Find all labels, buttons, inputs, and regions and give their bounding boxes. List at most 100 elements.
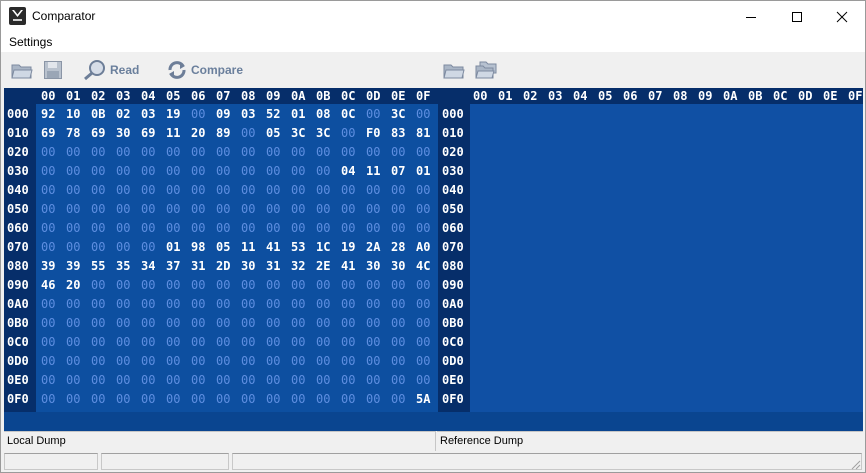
hex-byte-cell[interactable]: 00 [166,354,180,368]
hex-byte-cell[interactable]: 00 [66,221,80,235]
hex-byte-cell[interactable]: 00 [41,297,55,311]
hex-byte-cell[interactable]: 00 [141,183,155,197]
hex-byte-cell[interactable]: 00 [66,164,80,178]
hex-byte-cell[interactable]: 00 [191,145,205,159]
title-bar[interactable]: Comparator [1,1,865,32]
hex-byte-cell[interactable]: 00 [316,297,330,311]
hex-byte-cell[interactable]: 00 [116,145,130,159]
hex-byte-cell[interactable]: 00 [166,278,180,292]
hex-byte-cell[interactable]: 00 [216,354,230,368]
hex-byte-cell[interactable]: 08 [316,107,330,121]
hex-byte-cell[interactable]: 00 [166,392,180,406]
hex-byte-cell[interactable]: 00 [91,335,105,349]
hex-byte-cell[interactable]: 01 [166,240,180,254]
hex-byte-cell[interactable]: 00 [191,221,205,235]
hex-byte-cell[interactable]: 41 [341,259,355,273]
hex-byte-cell[interactable]: 00 [41,240,55,254]
hex-byte-cell[interactable]: 00 [391,373,405,387]
reference-row-offset[interactable]: 020 [442,145,464,159]
hex-byte-cell[interactable]: 69 [141,126,155,140]
hex-byte-cell[interactable]: 00 [341,392,355,406]
hex-byte-cell[interactable]: 00 [241,297,255,311]
hex-byte-cell[interactable]: 09 [216,107,230,121]
reference-column-header[interactable]: 09 [698,89,712,103]
hex-byte-cell[interactable]: 00 [341,183,355,197]
hex-byte-cell[interactable]: 53 [291,240,305,254]
hex-byte-cell[interactable]: 00 [341,126,355,140]
hex-byte-cell[interactable]: 00 [391,297,405,311]
hex-byte-cell[interactable]: 5A [416,392,431,406]
hex-byte-cell[interactable]: 00 [141,145,155,159]
local-row-offset[interactable]: 050 [7,202,29,216]
hex-byte-cell[interactable]: 89 [216,126,230,140]
hex-byte-cell[interactable]: 00 [416,278,430,292]
reference-row-offset[interactable]: 0E0 [442,373,464,387]
hex-byte-cell[interactable]: 00 [391,335,405,349]
hex-byte-cell[interactable]: 00 [291,335,305,349]
reference-column-header[interactable]: 03 [548,89,562,103]
hex-byte-cell[interactable]: 00 [291,278,305,292]
hex-byte-cell[interactable]: 07 [391,164,405,178]
hex-byte-cell[interactable]: 4C [416,259,430,273]
hex-byte-cell[interactable]: 00 [91,202,105,216]
hex-byte-cell[interactable]: 00 [291,164,305,178]
reference-column-header[interactable]: 00 [473,89,487,103]
local-row-offset[interactable]: 0B0 [7,316,29,330]
hex-byte-cell[interactable]: 00 [266,354,280,368]
hex-byte-cell[interactable]: 04 [341,164,355,178]
hex-byte-cell[interactable]: 00 [291,297,305,311]
hex-byte-cell[interactable]: 3C [391,107,405,121]
hex-byte-cell[interactable]: 00 [241,202,255,216]
hex-byte-cell[interactable]: 00 [266,183,280,197]
hex-byte-cell[interactable]: 00 [341,316,355,330]
hex-byte-cell[interactable]: 00 [241,316,255,330]
hex-byte-cell[interactable]: 00 [41,335,55,349]
menu-settings[interactable]: Settings [9,35,52,49]
hex-byte-cell[interactable]: 00 [291,202,305,216]
hex-byte-cell[interactable]: 00 [266,164,280,178]
hex-byte-cell[interactable]: 00 [41,202,55,216]
maximize-button[interactable] [774,1,820,32]
hex-byte-cell[interactable]: 00 [116,278,130,292]
reference-row-offset[interactable]: 0D0 [442,354,464,368]
hex-byte-cell[interactable]: 00 [391,202,405,216]
hex-byte-cell[interactable]: 00 [191,164,205,178]
hex-byte-cell[interactable]: 00 [341,278,355,292]
hex-byte-cell[interactable]: 00 [341,354,355,368]
open-local-button[interactable] [11,58,33,82]
hex-byte-cell[interactable]: 00 [216,297,230,311]
local-column-header[interactable]: 0A [291,89,306,103]
hex-byte-cell[interactable]: 00 [141,392,155,406]
local-row-offset[interactable]: 0A0 [7,297,29,311]
hex-byte-cell[interactable]: 00 [166,183,180,197]
local-row-offset[interactable]: 000 [7,107,29,121]
hex-byte-cell[interactable]: 00 [341,335,355,349]
hex-byte-cell[interactable]: 00 [91,221,105,235]
hex-byte-cell[interactable]: 00 [91,316,105,330]
hex-byte-cell[interactable]: 69 [91,126,105,140]
hex-byte-cell[interactable]: 00 [91,354,105,368]
resize-grip-icon[interactable] [849,458,861,470]
hex-byte-cell[interactable]: 00 [366,221,380,235]
hex-byte-cell[interactable]: 00 [366,354,380,368]
hex-byte-cell[interactable]: 00 [341,297,355,311]
hex-byte-cell[interactable]: 20 [191,126,205,140]
hex-byte-cell[interactable]: 00 [216,335,230,349]
hex-byte-cell[interactable]: 00 [41,373,55,387]
hex-byte-cell[interactable]: 00 [366,373,380,387]
reference-row-offset[interactable]: 0F0 [442,392,464,406]
hex-byte-cell[interactable]: 00 [391,278,405,292]
hex-byte-cell[interactable]: 52 [266,107,280,121]
hex-byte-cell[interactable]: 00 [191,373,205,387]
hex-byte-cell[interactable]: 00 [366,278,380,292]
local-column-header[interactable]: 01 [66,89,80,103]
hex-byte-cell[interactable]: 00 [416,297,430,311]
hex-byte-cell[interactable]: 00 [416,316,430,330]
hex-byte-cell[interactable]: 00 [191,278,205,292]
hex-byte-cell[interactable]: 30 [241,259,255,273]
minimize-button[interactable] [728,1,774,32]
hex-byte-cell[interactable]: 00 [66,354,80,368]
hex-byte-cell[interactable]: 00 [166,145,180,159]
hex-byte-cell[interactable]: 00 [141,278,155,292]
hex-byte-cell[interactable]: 00 [91,278,105,292]
